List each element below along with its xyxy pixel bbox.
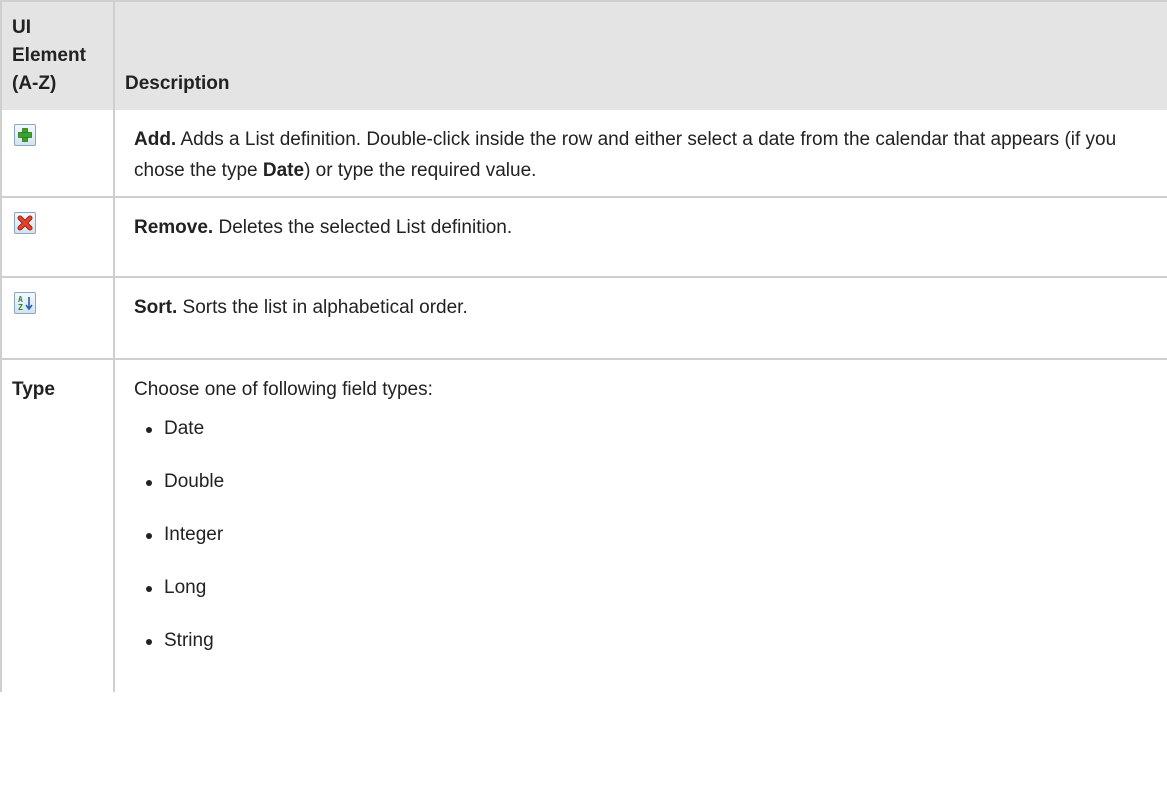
description-cell-sort: Sort. Sorts the list in alphabetical ord…: [113, 277, 1167, 360]
table-row-remove: Remove. Deletes the selected List defini…: [0, 197, 1167, 278]
list-item-long: Long: [142, 576, 1157, 629]
field-type-list: Date Double Integer Long String: [134, 417, 1157, 682]
description-cell-remove: Remove. Deletes the selected List defini…: [113, 197, 1167, 278]
add-text-part2: ) or type the required value.: [304, 160, 537, 181]
table-row-sort: A Z Sort. Sorts the list in alphabetical…: [0, 277, 1167, 360]
svg-text:Z: Z: [18, 303, 23, 312]
list-item-string: String: [142, 629, 1157, 682]
header-description: Description: [114, 0, 1167, 110]
remove-title: Remove.: [134, 217, 214, 238]
ui-element-cell-type: Type: [0, 359, 115, 692]
table-row-type: Type Choose one of following field types…: [0, 359, 1167, 692]
sort-title: Sort.: [134, 297, 178, 318]
ui-elements-table: UI Element (A-Z) Description Add. Adds a…: [0, 0, 1167, 692]
type-intro: Choose one of following field types:: [134, 379, 433, 400]
list-item-integer: Integer: [142, 523, 1157, 576]
ui-element-cell-sort: A Z: [0, 277, 115, 360]
list-item-double: Double: [142, 470, 1157, 523]
description-cell-add: Add. Adds a List definition. Double-clic…: [113, 110, 1167, 198]
table-header-row: UI Element (A-Z) Description: [0, 0, 1167, 110]
header-ui-element-line2: Element: [12, 45, 86, 66]
remove-icon: [14, 212, 36, 234]
ui-element-cell-remove: [0, 197, 115, 278]
header-ui-element-line3: (A-Z): [12, 73, 57, 94]
remove-text: Deletes the selected List definition.: [213, 217, 513, 238]
description-cell-type: Choose one of following field types: Dat…: [113, 359, 1167, 692]
sort-text: Sorts the list in alphabetical order.: [177, 297, 468, 318]
add-title: Add.: [134, 129, 177, 150]
header-ui-element-line1: UI: [12, 17, 31, 38]
add-bold-date: Date: [262, 160, 305, 181]
add-icon: [14, 124, 36, 146]
ui-element-cell-add: [0, 110, 115, 198]
table-row-add: Add. Adds a List definition. Double-clic…: [0, 110, 1167, 198]
sort-az-icon: A Z: [14, 292, 36, 314]
header-ui-element: UI Element (A-Z): [0, 0, 115, 110]
list-item-date: Date: [142, 417, 1157, 470]
